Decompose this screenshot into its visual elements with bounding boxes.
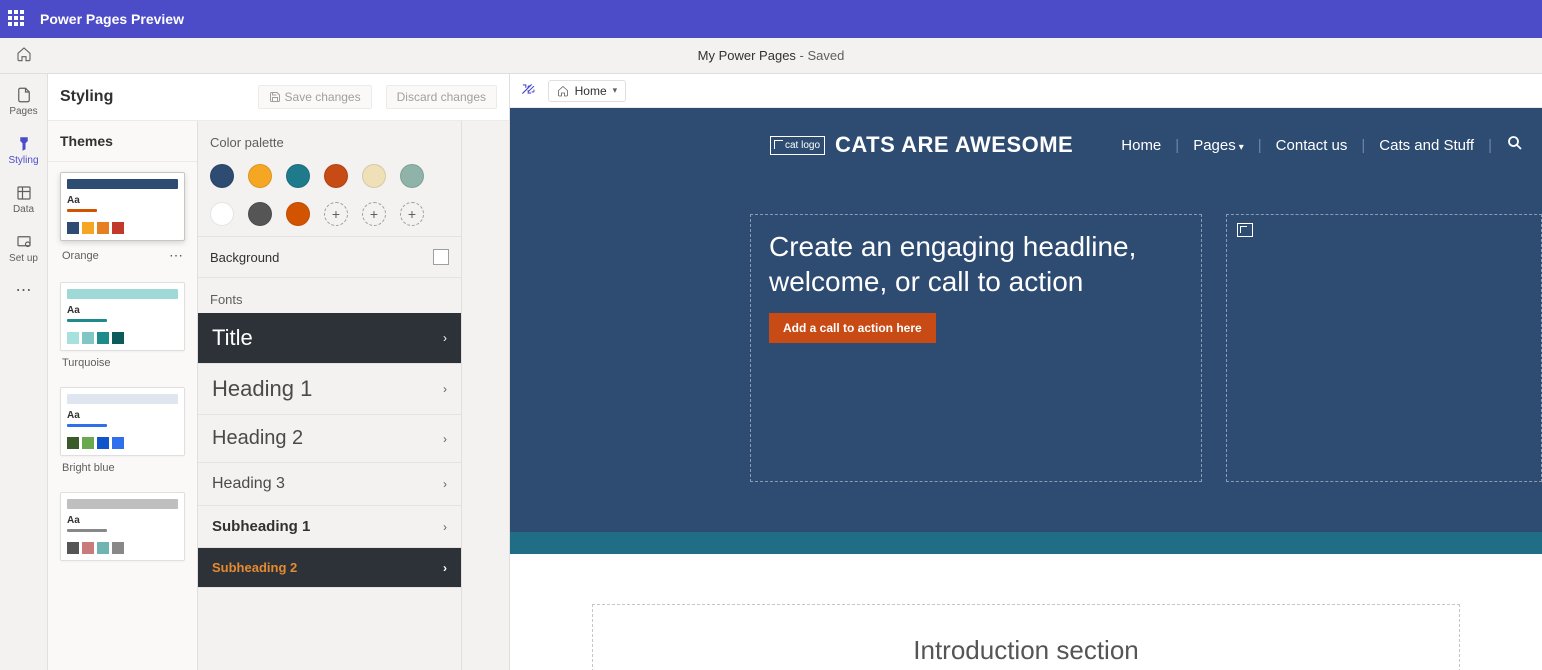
theme-card-bright-blue[interactable]: Aa bbox=[60, 387, 185, 456]
palette-add[interactable]: + bbox=[324, 202, 348, 226]
theme-card-turquoise[interactable]: Aa bbox=[60, 282, 185, 351]
app-title: Power Pages Preview bbox=[40, 11, 184, 27]
background-checkbox[interactable] bbox=[433, 249, 449, 265]
intro-title[interactable]: Introduction section bbox=[913, 635, 1138, 666]
palette-swatch[interactable] bbox=[362, 164, 386, 188]
sub-header: My Power Pages - Saved bbox=[0, 38, 1542, 74]
hero-image-block[interactable] bbox=[1226, 214, 1542, 482]
themes-title: Themes bbox=[48, 121, 197, 162]
canvas: Home ▾ cat logo CATS ARE AWESOME Home | … bbox=[510, 74, 1542, 670]
chevron-right-icon: › bbox=[443, 561, 447, 575]
theme-more-icon[interactable]: ⋯ bbox=[169, 247, 183, 264]
divider-strip bbox=[510, 532, 1542, 554]
search-icon[interactable] bbox=[1506, 134, 1524, 156]
palette-swatch[interactable] bbox=[400, 164, 424, 188]
chevron-right-icon: › bbox=[443, 520, 447, 534]
hero-headline[interactable]: Create an engaging headline, welcome, or… bbox=[769, 229, 1183, 299]
rail-styling[interactable]: Styling bbox=[0, 129, 48, 172]
font-heading-3[interactable]: Heading 3 › bbox=[198, 463, 461, 506]
brand-title: CATS ARE AWESOME bbox=[835, 132, 1073, 158]
palette-add[interactable]: + bbox=[362, 202, 386, 226]
discard-changes-button[interactable]: Discard changes bbox=[386, 85, 497, 109]
theme-card-gray[interactable]: Aa bbox=[60, 492, 185, 561]
font-heading-1[interactable]: Heading 1 › bbox=[198, 364, 461, 415]
theme-label: Bright blue bbox=[62, 462, 115, 474]
rail-pages[interactable]: Pages bbox=[0, 80, 48, 123]
top-bar: Power Pages Preview bbox=[0, 0, 1542, 38]
nav-links: Home | Pages | Contact us | Cats and Stu… bbox=[1121, 134, 1524, 156]
app-launcher-icon[interactable] bbox=[8, 10, 26, 28]
theme-label: Orange bbox=[62, 250, 99, 262]
themes-column: Themes Aa Orange ⋯ Aa bbox=[48, 121, 198, 670]
background-row: Background bbox=[198, 236, 461, 278]
brand-logo-placeholder: cat logo bbox=[770, 136, 825, 155]
home-icon[interactable] bbox=[16, 46, 32, 65]
intro-block[interactable]: Introduction section bbox=[592, 604, 1459, 670]
nav-home[interactable]: Home bbox=[1121, 137, 1161, 154]
save-changes-button[interactable]: Save changes bbox=[258, 85, 372, 109]
properties-column: Color palette + + + Background bbox=[198, 121, 462, 670]
document-name: My Power Pages bbox=[698, 48, 796, 63]
chevron-right-icon: › bbox=[443, 432, 447, 446]
font-subheading-2[interactable]: Subheading 2 › bbox=[198, 548, 461, 588]
nav-pages[interactable]: Pages bbox=[1193, 137, 1244, 154]
font-subheading-1[interactable]: Subheading 1 › bbox=[198, 506, 461, 548]
document-title: My Power Pages - Saved bbox=[0, 48, 1542, 63]
nav-cats[interactable]: Cats and Stuff bbox=[1379, 137, 1474, 154]
palette-swatch[interactable] bbox=[324, 164, 348, 188]
chevron-down-icon: ▾ bbox=[613, 85, 618, 96]
theme-card-orange[interactable]: Aa bbox=[60, 172, 185, 241]
color-palette: + + + bbox=[198, 160, 461, 236]
background-label: Background bbox=[210, 250, 279, 265]
chevron-right-icon: › bbox=[443, 382, 447, 396]
canvas-toolbar: Home ▾ bbox=[510, 74, 1542, 108]
palette-swatch[interactable] bbox=[210, 202, 234, 226]
theme-label: Turquoise bbox=[62, 357, 111, 369]
brand: cat logo CATS ARE AWESOME bbox=[770, 132, 1073, 158]
font-title[interactable]: Title › bbox=[198, 313, 461, 364]
rail-setup[interactable]: Set up bbox=[0, 227, 48, 270]
palette-swatch[interactable] bbox=[248, 164, 272, 188]
fonts-title: Fonts bbox=[198, 278, 461, 313]
palette-swatch[interactable] bbox=[286, 202, 310, 226]
broken-image-icon bbox=[1237, 223, 1253, 237]
save-status: - Saved bbox=[796, 48, 844, 63]
hero-text-block[interactable]: Create an engaging headline, welcome, or… bbox=[750, 214, 1202, 482]
palette-swatch[interactable] bbox=[286, 164, 310, 188]
font-heading-2[interactable]: Heading 2 › bbox=[198, 415, 461, 463]
styling-heading: Styling bbox=[48, 74, 198, 120]
site-navbar: cat logo CATS ARE AWESOME Home | Pages |… bbox=[510, 132, 1542, 158]
palette-swatch[interactable] bbox=[248, 202, 272, 226]
rail-data[interactable]: Data bbox=[0, 178, 48, 221]
left-rail: Pages Styling Data Set up ⋯ bbox=[0, 74, 48, 670]
cta-button[interactable]: Add a call to action here bbox=[769, 313, 936, 343]
color-palette-title: Color palette bbox=[198, 121, 461, 160]
chevron-right-icon: › bbox=[443, 477, 447, 491]
styling-header: Styling Save changes Discard changes bbox=[48, 74, 509, 121]
palette-add[interactable]: + bbox=[400, 202, 424, 226]
hero-section: cat logo CATS ARE AWESOME Home | Pages |… bbox=[510, 108, 1542, 554]
resize-icon[interactable] bbox=[520, 82, 538, 99]
styling-panel: Styling Save changes Discard changes The… bbox=[48, 74, 510, 670]
rail-more[interactable]: ⋯ bbox=[16, 280, 32, 300]
breadcrumb-home[interactable]: Home ▾ bbox=[548, 80, 627, 102]
chevron-right-icon: › bbox=[443, 331, 447, 345]
palette-swatch[interactable] bbox=[210, 164, 234, 188]
nav-contact[interactable]: Contact us bbox=[1276, 137, 1348, 154]
page-preview: cat logo CATS ARE AWESOME Home | Pages |… bbox=[510, 108, 1542, 670]
intro-section: Introduction section bbox=[510, 554, 1542, 670]
